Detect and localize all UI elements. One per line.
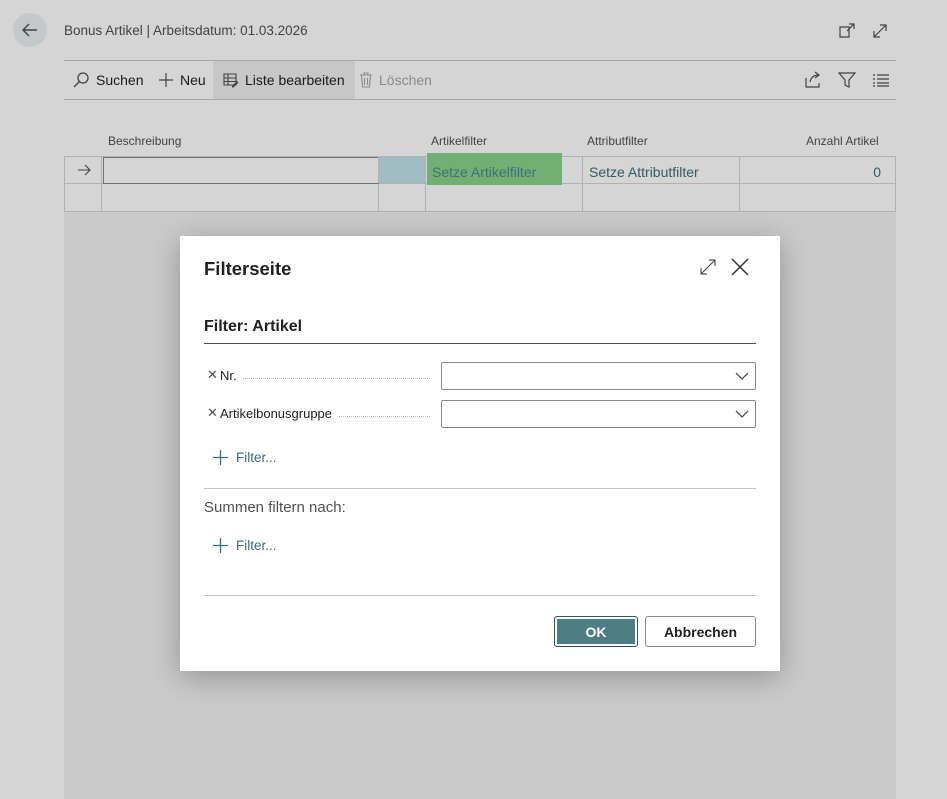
filter-select-item-bonus-group[interactable] xyxy=(441,400,756,428)
filter-select-nr[interactable] xyxy=(441,362,756,390)
filter-dialog: Filterseite Filter: Artikel ✕ Nr. ✕ Arti… xyxy=(180,236,780,671)
divider xyxy=(204,488,756,489)
remove-filter-icon[interactable]: ✕ xyxy=(207,405,218,421)
totals-filter-label: Summen filtern nach: xyxy=(204,499,346,516)
filter-section-title: Filter: Artikel xyxy=(204,318,756,344)
divider xyxy=(204,595,756,596)
plus-icon xyxy=(213,538,228,553)
filter-label-nr: Nr. xyxy=(220,368,243,383)
cancel-button[interactable]: Abbrechen xyxy=(645,616,756,647)
close-icon[interactable] xyxy=(730,257,750,277)
expand-icon[interactable] xyxy=(699,258,717,276)
filter-row-nr: ✕ Nr. xyxy=(204,362,756,390)
add-totals-filter-label: Filter... xyxy=(236,538,277,553)
chevron-down-icon xyxy=(735,372,749,380)
filter-label-item-bonus-group: Artikelbonusgruppe xyxy=(220,406,339,421)
add-filter-link[interactable]: Filter... xyxy=(212,449,277,466)
remove-filter-icon[interactable]: ✕ xyxy=(207,367,218,383)
ok-button[interactable]: OK xyxy=(554,616,638,647)
add-totals-filter-link[interactable]: Filter... xyxy=(212,537,277,554)
dialog-title: Filterseite xyxy=(204,258,292,279)
filter-row-item-bonus-group: ✕ Artikelbonusgruppe xyxy=(204,400,756,428)
plus-icon xyxy=(213,450,228,465)
chevron-down-icon xyxy=(735,410,749,418)
dotted-leader xyxy=(220,378,430,379)
add-filter-label: Filter... xyxy=(236,450,277,465)
item-filter-link[interactable]: Setze Artikelfilter xyxy=(432,164,536,180)
